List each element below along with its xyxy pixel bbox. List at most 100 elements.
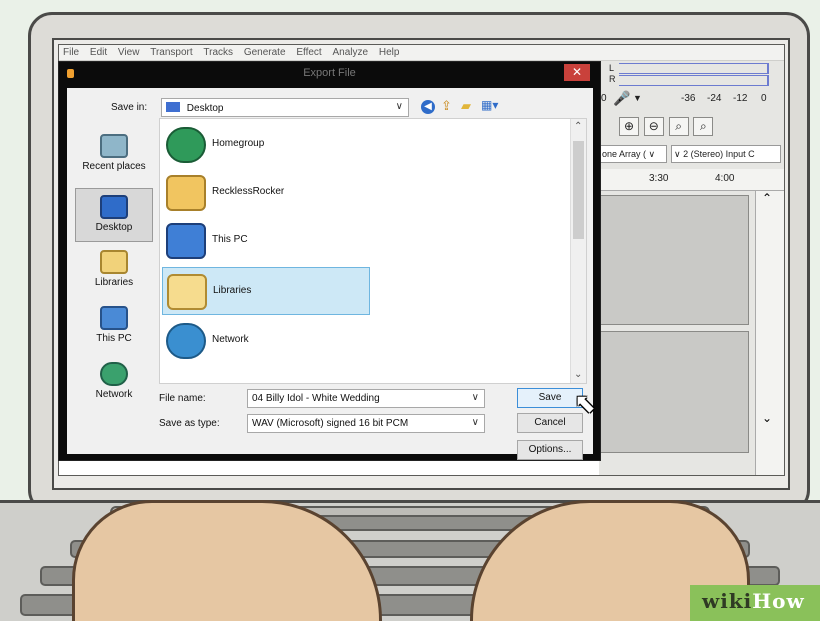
place-this-pc[interactable]: This PC [75, 306, 153, 354]
chevron-down-icon[interactable]: ⌄ [574, 369, 582, 380]
chevron-down-icon: ∨ [395, 101, 403, 112]
back-icon[interactable]: ◀ [421, 100, 435, 114]
save-as-type-label: Save as type: [159, 418, 220, 429]
place-label: This PC [96, 333, 132, 344]
file-name-label: File name: [159, 393, 206, 404]
libraries-folder-icon [167, 274, 207, 310]
menu-edit[interactable]: Edit [86, 45, 111, 58]
place-label: Recent places [82, 161, 146, 172]
user-folder-icon [166, 175, 206, 211]
place-recent-places[interactable]: Recent places [75, 134, 153, 182]
scale-0b: 0 [761, 93, 767, 104]
view-menu-icon[interactable]: ▦▾ [481, 98, 498, 112]
audio-track-2[interactable] [599, 331, 749, 453]
file-list: Homegroup RecklessRocker This PC Librari… [159, 118, 587, 384]
places-bar: Recent places Desktop Libraries This PC … [75, 126, 153, 416]
network-icon [100, 362, 128, 386]
file-name-field[interactable]: 04 Billy Idol - White Wedding ∨ [247, 389, 485, 408]
meter-row: L R [599, 63, 784, 87]
desktop-icon [100, 195, 128, 219]
wikihow-watermark: wikiHow [690, 585, 820, 621]
meter-l-label: L [609, 63, 615, 73]
audio-host-select[interactable]: one Array ( ∨ [599, 145, 667, 163]
menu-help[interactable]: Help [375, 45, 404, 58]
zoom-toolbar: ⊕ ⊖ ⌕ ⌕ [599, 117, 784, 139]
menu-generate[interactable]: Generate [240, 45, 290, 58]
options-button[interactable]: Options... [517, 440, 583, 460]
libraries-icon [100, 250, 128, 274]
menu-tracks[interactable]: Tracks [199, 45, 237, 58]
meter-scale-row: 0 🎤 ▼ -36 -24 -12 0 [599, 90, 784, 111]
chevron-down-icon[interactable]: ▼ [633, 93, 642, 103]
scale-24: -24 [707, 93, 722, 104]
meter-r-bar [619, 75, 769, 86]
microphone-icon[interactable]: 🎤 [613, 90, 630, 107]
timeline-400: 4:00 [715, 173, 735, 184]
place-network[interactable]: Network [75, 362, 153, 410]
homegroup-icon [166, 127, 206, 163]
item-label: RecklessRocker [212, 186, 285, 197]
chevron-down-icon: ∨ [471, 417, 479, 428]
menu-transport[interactable]: Transport [146, 45, 196, 58]
watermark-part1: wiki [702, 589, 753, 613]
this-pc-icon [100, 306, 128, 330]
mouse-cursor-icon: ⬉ [574, 388, 596, 418]
save-in-label: Save in: [111, 102, 148, 113]
list-item[interactable]: Homegroup [162, 121, 370, 169]
zoom-out-icon[interactable]: ⊖ [643, 117, 664, 136]
computer-icon [166, 223, 206, 259]
close-button[interactable]: ✕ [564, 64, 590, 81]
scale-0: 0 [601, 93, 607, 104]
laptop-illustration: { "menubar": ["File","Edit","View","Tran… [0, 0, 820, 621]
menu-effect[interactable]: Effect [292, 45, 325, 58]
list-item[interactable]: RecklessRocker [162, 169, 370, 217]
audacity-right-panel: L R 0 🎤 ▼ -36 -24 -12 0 ⊕ ⊖ ⌕ ⌕ one Arra… [599, 61, 784, 475]
input-channels-select[interactable]: ∨ 2 (Stereo) Input C [671, 145, 781, 163]
fit-selection-icon[interactable]: ⌕ [668, 117, 689, 136]
timeline-ruler[interactable]: 3:30 4:00 [599, 169, 784, 191]
desktop-icon [166, 102, 180, 112]
up-folder-icon[interactable]: ⇪ [441, 98, 452, 114]
item-label: This PC [212, 234, 248, 245]
item-label: Homegroup [212, 138, 265, 149]
export-file-dialog: Export File ✕ Save in: Desktop ∨ ◀ ⇪ ▰ ▦… [58, 61, 601, 461]
meter-r-label: R [609, 74, 616, 84]
zoom-in-icon[interactable]: ⊕ [619, 117, 639, 136]
list-item[interactable]: Network [162, 317, 370, 365]
place-desktop[interactable]: Desktop [75, 188, 153, 242]
network-globe-icon [166, 323, 206, 359]
scale-36: -36 [681, 93, 696, 104]
track-scrollbar[interactable]: ⌃ ⌄ [755, 191, 784, 475]
save-in-select[interactable]: Desktop ∨ [161, 98, 409, 117]
meter-l-bar [619, 63, 769, 74]
place-label: Libraries [94, 277, 134, 288]
chevron-up-icon[interactable]: ⌃ [762, 191, 772, 205]
save-as-type-value: WAV (Microsoft) signed 16 bit PCM [252, 418, 409, 429]
place-libraries[interactable]: Libraries [75, 250, 153, 298]
audacity-menubar: File Edit View Transport Tracks Generate… [59, 45, 784, 61]
list-item[interactable]: This PC [162, 217, 370, 265]
menu-file[interactable]: File [59, 45, 83, 58]
device-left-label: one Array ( [602, 149, 647, 159]
fit-project-icon[interactable]: ⌕ [693, 117, 714, 136]
menu-analyze[interactable]: Analyze [328, 45, 372, 58]
item-label: Libraries [213, 285, 252, 296]
menu-view[interactable]: View [114, 45, 144, 58]
save-as-type-select[interactable]: WAV (Microsoft) signed 16 bit PCM ∨ [247, 414, 485, 433]
device-toolbar: one Array ( ∨ ∨ 2 (Stereo) Input C [599, 145, 784, 165]
new-folder-icon[interactable]: ▰ [461, 98, 471, 114]
place-label: Desktop [95, 222, 133, 233]
dialog-title: Export File [303, 67, 356, 79]
file-list-scrollbar[interactable]: ⌃ ⌄ [570, 119, 586, 383]
watermark-part2: How [752, 589, 805, 613]
chevron-down-icon[interactable]: ⌄ [762, 411, 772, 425]
audio-track-1[interactable] [599, 195, 749, 325]
item-label: Network [212, 334, 249, 345]
scrollbar-thumb[interactable] [573, 141, 584, 239]
chevron-down-icon: ∨ [471, 392, 479, 403]
list-item-selected[interactable]: Libraries [162, 267, 370, 315]
chevron-up-icon[interactable]: ⌃ [574, 121, 582, 132]
device-right-label: 2 (Stereo) Input C [683, 149, 755, 159]
timeline-330: 3:30 [649, 173, 669, 184]
save-in-value: Desktop [186, 103, 224, 114]
